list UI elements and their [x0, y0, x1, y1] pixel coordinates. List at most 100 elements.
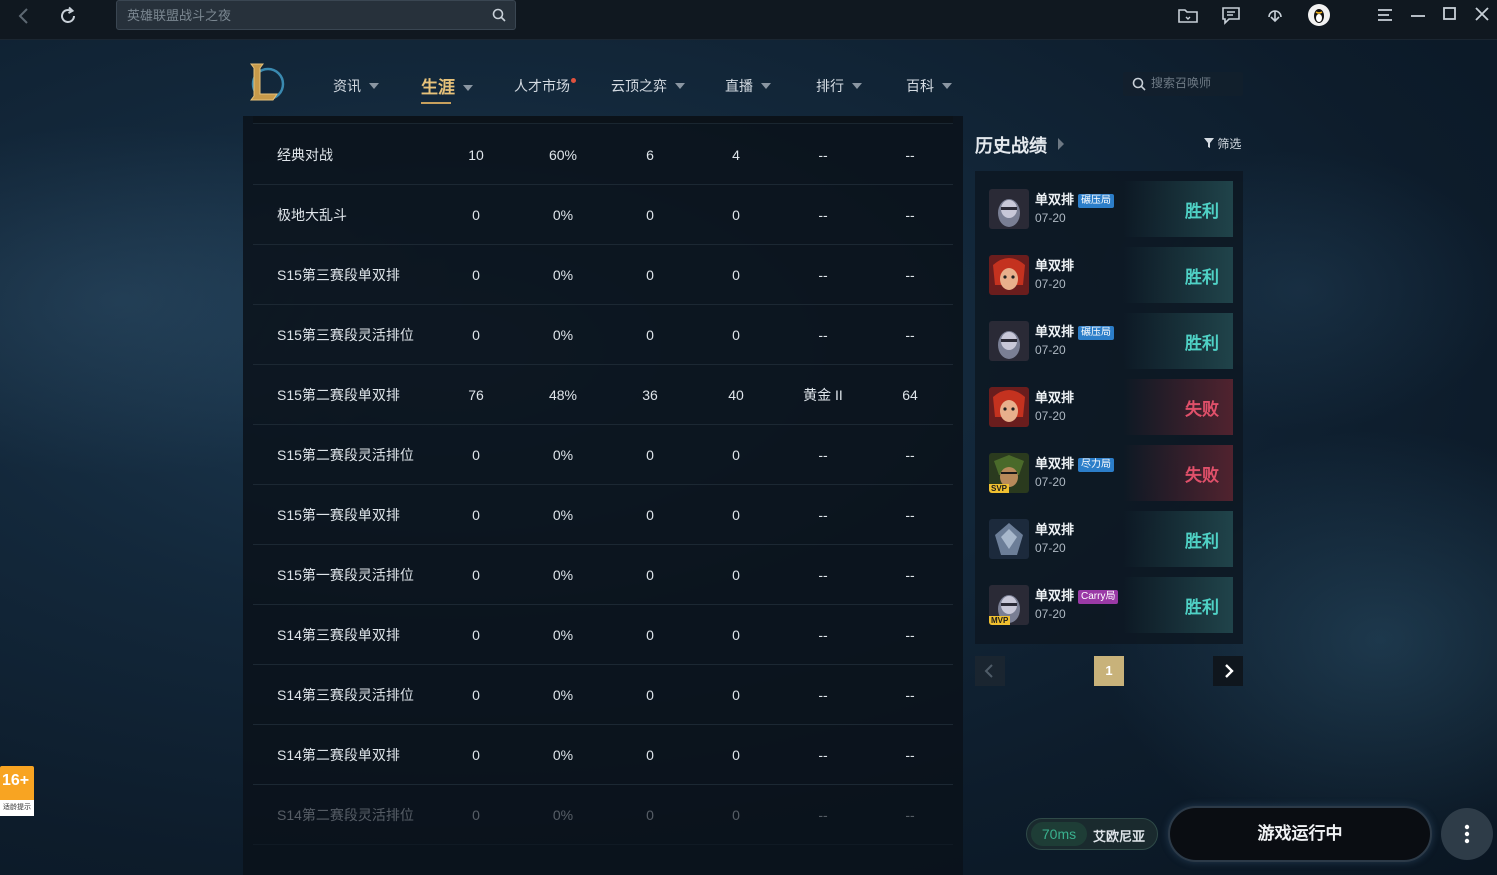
minimize-icon[interactable]: [1406, 3, 1430, 27]
cell-mode: S15第二赛段灵活排位: [277, 447, 414, 463]
cell-winrate: 0%: [552, 207, 574, 223]
nav-tft[interactable]: 云顶之弈: [611, 76, 685, 96]
download-icon[interactable]: [1263, 3, 1287, 27]
cell-mode: 经典对战: [277, 147, 333, 163]
match-item[interactable]: MVP 单双排 Carry局 07-20 胜利: [985, 577, 1233, 633]
next-page-button[interactable]: [1213, 656, 1243, 686]
cell-mode: S15第一赛段灵活排位: [277, 567, 414, 583]
refresh-icon[interactable]: [56, 4, 80, 28]
match-result: 胜利: [1185, 268, 1219, 287]
table-row: 经典对战 10 60% 6 4 -- --: [253, 125, 953, 185]
table-row: S15第三赛段灵活排位 0 0% 0 0 -- --: [253, 305, 953, 365]
champion-portrait: [989, 255, 1029, 295]
cell-games: 0: [472, 627, 480, 643]
launch-game-button[interactable]: 游戏运行中: [1168, 806, 1432, 862]
server-name: 艾欧尼亚: [1093, 829, 1146, 844]
lol-logo[interactable]: [247, 60, 285, 104]
nav-label: 百科: [906, 78, 934, 94]
cell-points: --: [905, 447, 915, 463]
match-mode-label: 单双排: [1035, 588, 1075, 603]
match-item[interactable]: 单双排 碾压局 07-20 胜利: [985, 313, 1233, 369]
global-search-input[interactable]: [127, 5, 477, 25]
page-number[interactable]: 1: [1094, 656, 1124, 686]
table-row: S15第一赛段灵活排位 0 0% 0 0 -- --: [253, 545, 953, 605]
match-item[interactable]: 单双排 07-20 胜利: [985, 247, 1233, 303]
chevron-down-icon: [369, 83, 379, 89]
cell-points: --: [905, 507, 915, 523]
summoner-search-input[interactable]: [1151, 76, 1241, 90]
cell-mode: S15第一赛段单双排: [277, 507, 400, 523]
cell-games: 0: [472, 747, 480, 763]
stats-table: 经典对战 10 60% 6 4 -- -- 极地大乱斗 0 0% 0 0 -- -- S15第三赛段单双排 0…: [243, 116, 963, 875]
cell-rank: 黄金 II: [803, 387, 843, 403]
menu-icon[interactable]: [1373, 3, 1397, 27]
table-row: S14第三赛段单双排 0 0% 0 0 -- --: [253, 605, 953, 665]
cell-winrate: 0%: [552, 627, 574, 643]
cell-games: 0: [472, 687, 480, 703]
nav-ranking[interactable]: 排行: [816, 76, 862, 96]
cell-losses: 0: [732, 507, 740, 523]
nav-label: 排行: [816, 78, 844, 94]
match-mode: 单双排: [1035, 519, 1074, 538]
back-icon[interactable]: [12, 4, 36, 28]
cell-winrate: 0%: [552, 567, 574, 583]
avatar[interactable]: [1307, 3, 1331, 27]
cell-wins: 0: [646, 627, 654, 643]
summoner-search[interactable]: [1123, 72, 1243, 96]
match-date: 07-20: [1035, 607, 1066, 621]
filter-icon: [1204, 138, 1214, 148]
cell-rank: --: [818, 147, 828, 163]
match-mode-label: 单双排: [1035, 522, 1075, 537]
nav-wiki[interactable]: 百科: [906, 76, 952, 96]
nav-live[interactable]: 直播: [725, 76, 771, 96]
cell-mode: S14第三赛段单双排: [277, 627, 400, 643]
cell-games: 0: [472, 207, 480, 223]
match-item[interactable]: 单双排 碾压局 07-20 胜利: [985, 181, 1233, 237]
history-title[interactable]: 历史战绩: [975, 132, 1047, 158]
nav-career[interactable]: 生涯: [421, 73, 473, 104]
cell-losses: 0: [732, 327, 740, 343]
match-mode: 单双排 尽力局: [1035, 453, 1115, 472]
search-icon[interactable]: [1131, 76, 1147, 92]
cell-losses: 0: [732, 747, 740, 763]
match-item[interactable]: SVP 单双排 尽力局 07-20 失败: [985, 445, 1233, 501]
filter-label: 筛选: [1217, 137, 1242, 151]
champion-portrait: [989, 519, 1029, 559]
filter-button[interactable]: 筛选: [1204, 135, 1241, 152]
cell-mode: S15第三赛段单双排: [277, 267, 400, 283]
match-item[interactable]: 单双排 07-20 失败: [985, 379, 1233, 435]
global-search[interactable]: [116, 0, 516, 30]
table-row: S14第二赛段灵活排位 0 0% 0 0 -- --: [253, 785, 953, 845]
more-options-button[interactable]: [1441, 808, 1493, 860]
svp-badge: SVP: [989, 484, 1010, 493]
nav-talent-market[interactable]: 人才市场: [514, 76, 576, 96]
cell-losses: 0: [732, 567, 740, 583]
title-bar: [0, 0, 1497, 40]
cell-games: 0: [472, 447, 480, 463]
cell-losses: 0: [732, 267, 740, 283]
cell-rank: --: [818, 807, 828, 823]
prev-page-button[interactable]: [975, 656, 1005, 686]
folder-icon[interactable]: [1176, 3, 1200, 27]
match-mode: 单双排: [1035, 387, 1074, 406]
match-tag: Carry局: [1078, 590, 1119, 604]
nav-news[interactable]: 资讯: [333, 76, 379, 96]
close-icon[interactable]: [1470, 3, 1494, 27]
match-item[interactable]: 单双排 07-20 胜利: [985, 511, 1233, 567]
cell-games: 0: [472, 267, 480, 283]
chevron-right-icon[interactable]: [1058, 138, 1064, 150]
match-result: 胜利: [1185, 334, 1219, 353]
maximize-icon[interactable]: [1438, 3, 1462, 27]
cell-rank: --: [818, 687, 828, 703]
cell-mode: S15第三赛段灵活排位: [277, 327, 414, 343]
cell-losses: 0: [732, 207, 740, 223]
search-icon[interactable]: [491, 7, 507, 23]
cell-wins: 0: [646, 807, 654, 823]
cell-losses: 0: [732, 807, 740, 823]
message-icon[interactable]: [1219, 3, 1243, 27]
match-date: 07-20: [1035, 541, 1066, 555]
match-tag: 碾压局: [1078, 326, 1115, 340]
chevron-down-icon: [463, 85, 473, 91]
cell-mode: S15第二赛段单双排: [277, 387, 400, 403]
server-status[interactable]: 70ms 艾欧尼亚: [1026, 818, 1158, 850]
